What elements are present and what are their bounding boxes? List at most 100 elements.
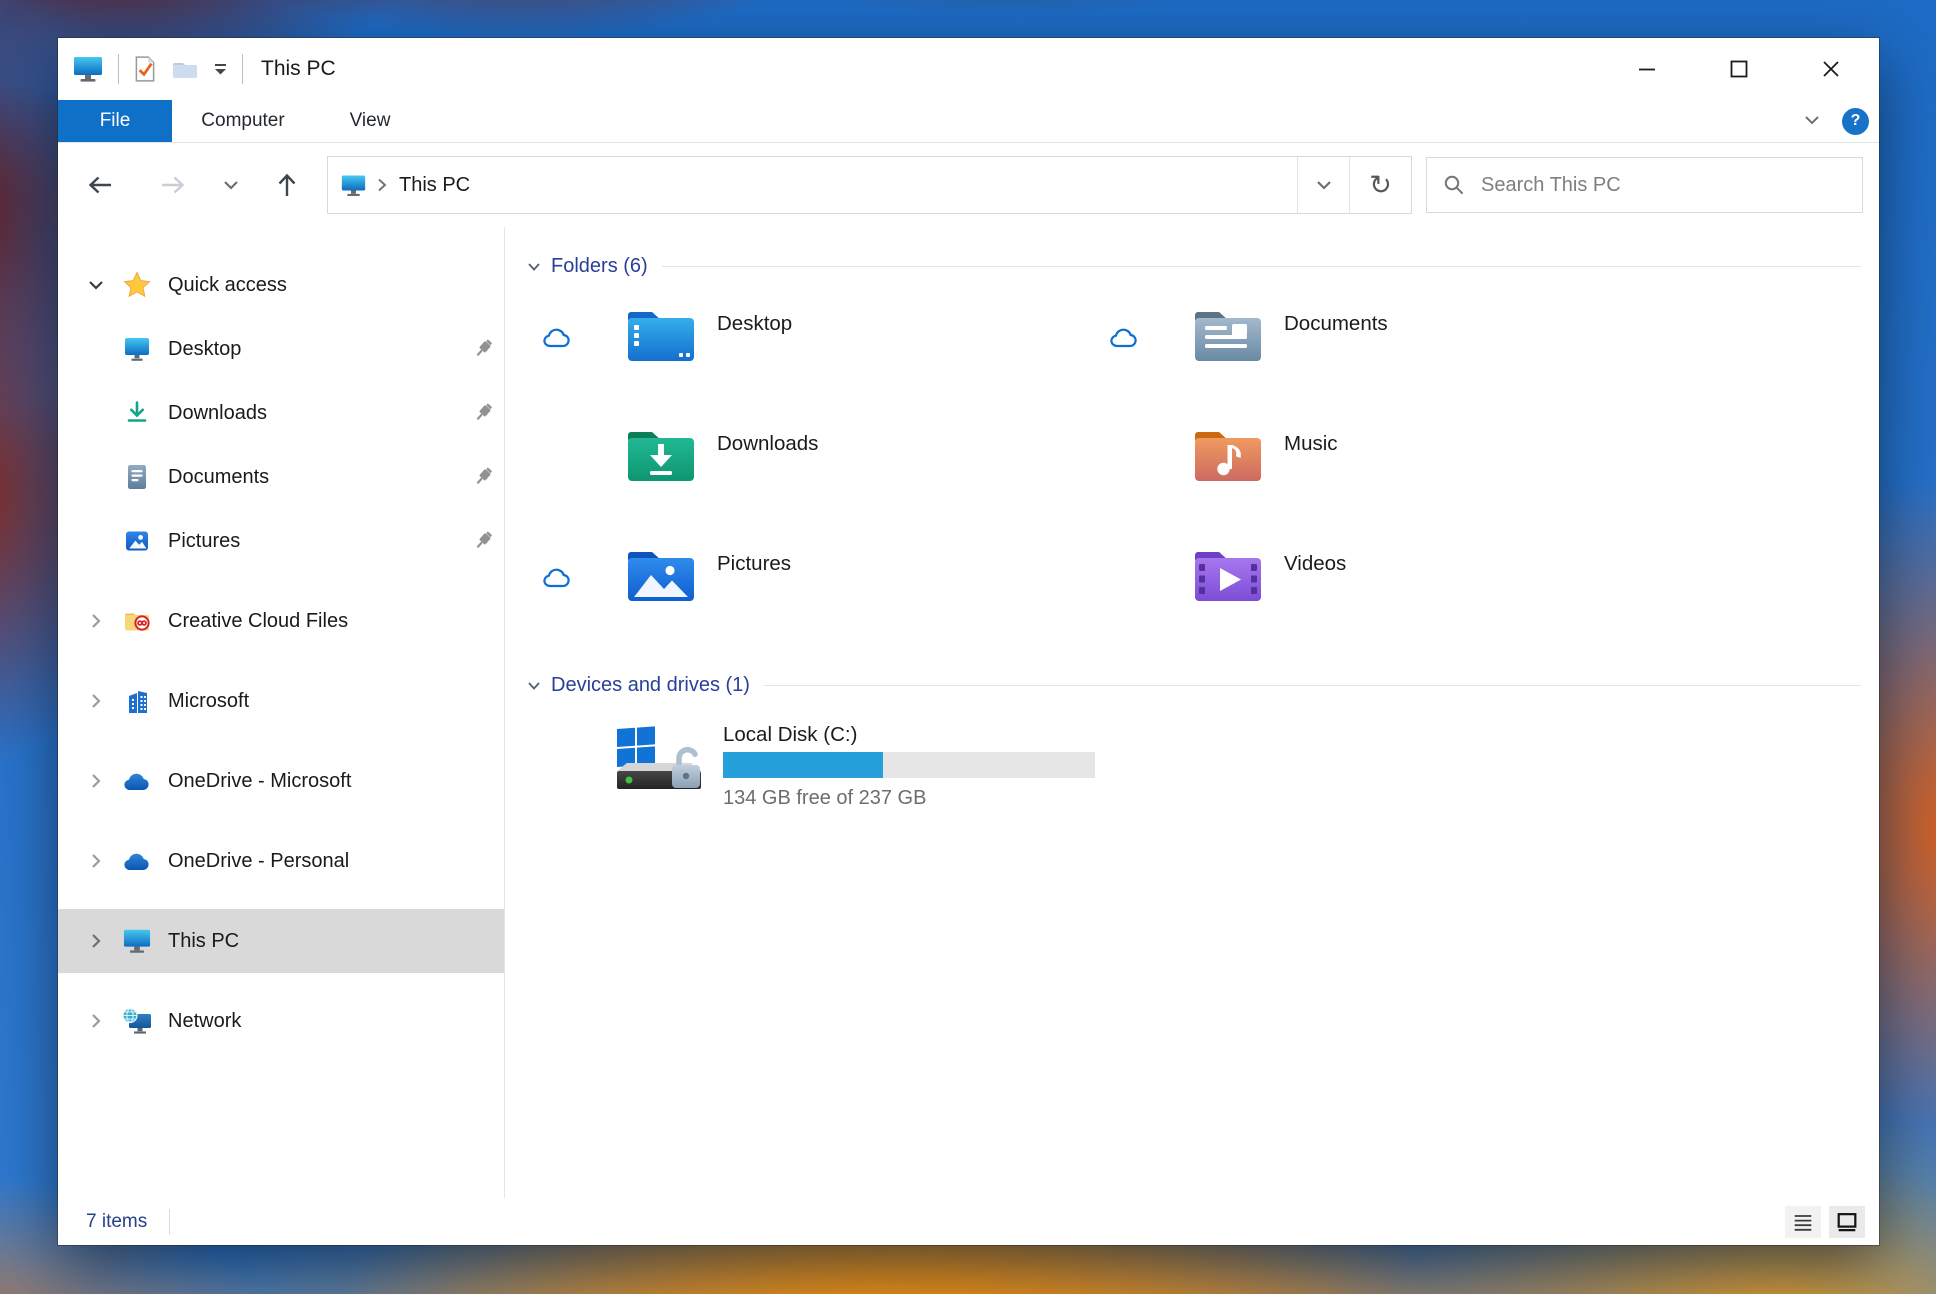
folder-tile-music[interactable]: Music [1092,424,1659,528]
downloads-icon [114,398,160,428]
up-button[interactable] [263,169,311,201]
sidebar-item-desktop[interactable]: Desktop [58,317,504,381]
properties-icon [135,56,155,82]
folder-name: Documents [1284,312,1388,335]
sidebar-item-pictures[interactable]: Pictures [58,509,504,573]
sidebar-item-label: Creative Cloud Files [168,609,349,632]
drive-name: Local Disk (C:) [723,723,858,746]
pictures-icon [114,526,160,556]
sidebar-item-quick-access[interactable]: Quick access [58,253,504,317]
drive-tile-local-disk-c[interactable]: Local Disk (C:) 134 GB free of 237 GB [525,723,1863,810]
tab-computer[interactable]: Computer [172,100,314,142]
properties-button[interactable] [133,55,157,83]
this-pc-icon [72,54,104,84]
tab-file[interactable]: File [58,100,172,142]
recent-locations-button[interactable] [209,177,253,193]
back-button[interactable] [76,171,124,199]
chevron-down-icon[interactable] [85,274,107,296]
folder-name: Music [1284,432,1338,455]
sidebar-item-label: Desktop [168,337,242,360]
chevron-right-icon[interactable] [85,850,107,872]
sidebar-item-downloads[interactable]: Downloads [58,381,504,445]
large-icons-view-icon [1837,1212,1857,1231]
cloud-status-icon [541,564,573,590]
address-bar[interactable]: This PC ↻ [327,156,1412,214]
search-box[interactable] [1426,157,1863,213]
network-icon [114,1006,160,1036]
group-divider [763,685,1861,686]
group-label[interactable]: Devices and drives (1) [551,674,750,697]
chevron-right-icon[interactable] [85,1010,107,1032]
videos-folder-icon [1190,544,1266,606]
new-folder-button[interactable] [171,57,199,81]
sidebar-item-this-pc[interactable]: This PC [58,909,504,973]
folder-tile-pictures[interactable]: Pictures [525,544,1092,648]
forward-icon [162,176,185,194]
customize-quick-access-toolbar-button[interactable] [213,61,228,77]
refresh-button[interactable]: ↻ [1349,157,1411,213]
search-input[interactable] [1479,172,1813,198]
window-title: This PC [261,57,336,80]
folders-grid: Desktop Documents Downloads Music Pictur… [525,304,1863,664]
folder-tile-videos[interactable]: Videos [1092,544,1659,648]
items-count: 7 items [86,1210,148,1232]
tab-label: File [99,110,131,131]
folder-name: Pictures [717,552,792,575]
sidebar-item-label: Downloads [168,401,267,424]
chevron-down-icon[interactable] [525,259,543,275]
close-icon [1823,61,1839,77]
close-button[interactable] [1799,43,1863,95]
chevron-right-icon[interactable] [85,610,107,632]
breadcrumb-location[interactable]: This PC [399,174,470,197]
tab-view[interactable]: View [314,100,426,142]
cloud-status-icon [541,324,573,350]
sidebar-item-documents[interactable]: Documents [58,445,504,509]
chevron-right-icon[interactable] [85,930,107,952]
onedrive-icon [114,848,160,874]
ribbon-tabs: File Computer View ? [58,100,1879,143]
sidebar-item-label: OneDrive - Microsoft [168,769,352,792]
minimize-ribbon-button[interactable] [1800,111,1824,131]
sidebar-item-microsoft[interactable]: Microsoft [58,669,504,733]
sidebar-item-label: Microsoft [168,689,250,712]
chevron-down-icon[interactable] [525,678,543,694]
chevron-right-icon[interactable] [85,770,107,792]
folder-tile-desktop[interactable]: Desktop [525,304,1092,408]
creative-cloud-icon [114,606,160,636]
sidebar-item-onedrive-microsoft[interactable]: OneDrive - Microsoft [58,749,504,813]
help-button[interactable]: ? [1842,107,1869,135]
navigation-pane: Quick access Desktop Downloads Documents… [58,227,505,1198]
desktop-wallpaper: This PC File Computer View ? This PC ↻ S… [0,0,1936,1294]
help-icon: ? [1842,107,1869,135]
sidebar-item-onedrive-personal[interactable]: OneDrive - Personal [58,829,504,893]
large-icons-view-button[interactable] [1829,1205,1865,1238]
refresh-icon: ↻ [1369,169,1392,200]
drive-free-space: 134 GB free of 237 GB [723,787,927,809]
onedrive-icon [114,768,160,794]
maximize-icon [1730,60,1748,78]
group-label[interactable]: Folders (6) [551,255,648,278]
window-controls [1615,38,1863,100]
forward-button[interactable] [149,171,197,199]
address-dropdown-button[interactable] [1297,157,1349,213]
sidebar-item-network[interactable]: Network [58,989,504,1053]
folder-name: Downloads [717,432,819,455]
sidebar-item-creative-cloud-files[interactable]: Creative Cloud Files [58,589,504,653]
desktop-icon [114,334,160,364]
pictures-folder-icon [623,544,699,606]
up-icon [278,173,296,196]
sidebar-item-label: Pictures [168,529,241,552]
file-list-pane: Folders (6) Desktop Documents Downloads … [505,227,1879,1198]
chevron-down-icon [1316,181,1331,190]
titlebar-separator [242,54,243,84]
breadcrumb[interactable]: This PC [328,157,1297,213]
chevron-right-icon[interactable] [85,690,107,712]
documents-icon [114,462,160,492]
group-header-devices: Devices and drives (1) [525,674,1863,697]
details-view-button[interactable] [1785,1205,1821,1238]
minimize-button[interactable] [1615,43,1679,95]
maximize-button[interactable] [1707,43,1771,95]
this-pc-icon [340,173,367,198]
folder-tile-documents[interactable]: Documents [1092,304,1659,408]
folder-tile-downloads[interactable]: Downloads [525,424,1092,528]
